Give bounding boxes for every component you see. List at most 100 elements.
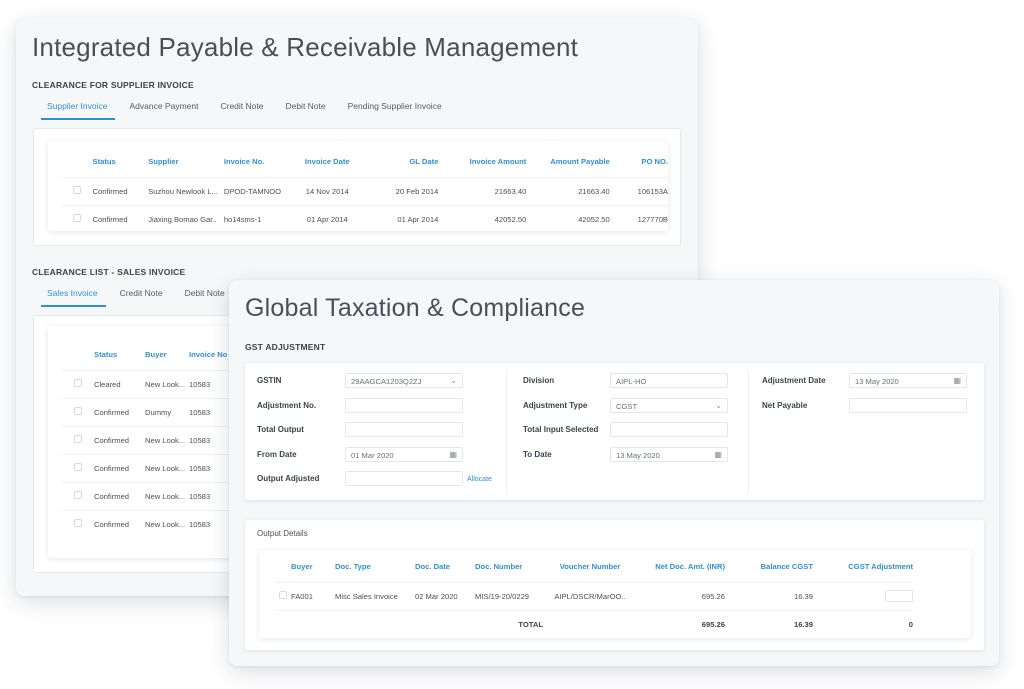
cell-doc-type: Misc Sales Invoice [335,581,415,610]
table-header-row: Buyer Doc. Type Doc. Date Doc. Number Vo… [275,552,913,582]
cell-status: Cleared [94,369,145,398]
cell-status: Confirmed [94,425,145,454]
cell-status: Confirmed [94,397,145,426]
total-net-doc-amount: 695.26 [637,609,725,638]
cell-buyer: New Look... [145,509,189,538]
header-gl-date: GL Date [409,157,439,167]
table-row[interactable]: FA001 Misc Sales Invoice 02 Mar 2020 MIS… [275,581,913,610]
calendar-icon[interactable]: ▦ [953,376,961,385]
row-checkbox[interactable] [74,519,82,528]
cell-po-no: 127770B [609,204,668,231]
to-date-input[interactable]: 13 May 2020 ▦ [610,447,728,462]
table-row[interactable]: Confirmed Suzhou Newlook L... DPOD-TAMNO… [62,176,668,205]
table-row[interactable]: Confirmed New Look... 10583 [62,509,249,538]
header-status: Status [92,157,116,167]
allocate-link[interactable]: Allocate [467,476,492,483]
row-checkbox[interactable] [74,379,82,387]
table-row[interactable]: Confirmed New Look... 10583 [62,453,249,482]
adjustment-date-input[interactable]: 13 May 2020 ▦ [849,373,967,388]
tab-credit-note[interactable]: Credit Note [212,101,271,120]
table-row[interactable]: Confirmed New Look... 10583 [62,425,249,454]
division-input[interactable]: AIPL-HO [610,373,728,388]
sales-invoice-table: Status Buyer Invoice No Cleared New Look… [62,340,249,538]
table-header-row: Status Supplier Invoice No. Invoice Date… [62,147,668,177]
gstin-select[interactable]: 29AAGCA1203Q2ZJ ⌄ [345,373,463,388]
cell-status: Confirmed [92,176,149,205]
chevron-down-icon: ⌄ [715,401,722,410]
row-checkbox[interactable] [74,407,82,415]
chevron-down-icon: ⌄ [450,376,457,385]
cell-supplier: Suzhou Newlook L... [148,176,224,205]
cell-invoice-date: 14 Nov 2014 [297,176,357,205]
row-checkbox[interactable] [73,186,82,194]
header-select [275,552,291,582]
sales-tabs: Sales Invoice Credit Note Debit Note [41,288,233,307]
column-divider [748,371,749,493]
tab-advance-payment[interactable]: Advance Payment [121,101,206,120]
header-doc-number: Doc. Number [475,562,523,572]
row-checkbox[interactable] [279,591,287,599]
header-doc-type: Doc. Type [335,562,371,572]
gstin-value: 29AAGCA1203Q2ZJ [351,377,422,386]
row-checkbox[interactable] [73,214,82,223]
calendar-icon[interactable]: ▦ [449,450,457,459]
table-header-row: Status Buyer Invoice No [62,340,249,370]
cgst-adjustment-input[interactable] [885,590,913,602]
total-output-label: Total Output [257,425,304,434]
adjustment-date-value: 13 May 2020 [855,377,899,386]
table-row[interactable]: Confirmed Dummy 10583 [62,397,249,426]
tab-pending-supplier-invoice[interactable]: Pending Supplier Invoice [340,101,450,120]
cell-invoice-no: ho14sms-1 [223,204,298,231]
cell-status: Confirmed [94,481,145,510]
gst-adjustment-form: GSTIN 29AAGCA1203Q2ZJ ⌄ Adjustment No. T… [245,363,984,500]
total-output-input[interactable] [345,422,463,437]
header-buyer: Buyer [291,562,313,572]
output-adjusted-input[interactable] [345,471,463,486]
tab-sales-credit-note[interactable]: Credit Note [112,288,171,307]
table-row[interactable]: Confirmed New Look... 10583 [62,481,249,510]
cell-buyer: New Look... [145,425,189,454]
adjustment-type-value: CGST [616,402,638,411]
column-divider [506,371,507,493]
gstin-label: GSTIN [257,376,282,385]
header-supplier: Supplier [148,157,179,167]
header-select [62,147,93,177]
tab-sales-invoice[interactable]: Sales Invoice [41,288,106,307]
output-details-panel: Output Details Buyer Doc. Type Doc. Date… [245,520,984,650]
total-label: TOTAL [475,609,543,638]
tab-sales-debit-note[interactable]: Debit Note [177,288,233,307]
supplier-panel: Status Supplier Invoice No. Invoice Date… [33,128,681,246]
to-date-value: 13 May 2020 [616,451,660,460]
total-balance-cgst: 16.39 [725,609,813,638]
header-balance-cgst: Balance CGST [760,562,813,572]
table-row[interactable]: Cleared New Look... 10583 [62,369,249,398]
supplier-invoice-table: Status Supplier Invoice No. Invoice Date… [62,147,668,231]
row-checkbox[interactable] [74,435,82,443]
from-date-input[interactable]: 01 Mar 2020 ▦ [345,447,463,462]
cell-buyer: New Look... [145,453,189,482]
tab-debit-note[interactable]: Debit Note [277,101,333,120]
cell-status: Confirmed [94,453,145,482]
header-invoice-no: Invoice No. [223,157,265,167]
net-payable-input[interactable] [849,398,967,413]
total-input-selected-input[interactable] [610,422,728,437]
taxation-compliance-card: Global Taxation & Compliance GST ADJUSTM… [229,280,999,666]
adjustment-type-select[interactable]: CGST ⌄ [610,398,728,413]
row-checkbox[interactable] [74,491,82,499]
tab-supplier-invoice[interactable]: Supplier Invoice [41,101,116,120]
adjustment-no-input[interactable] [345,398,463,413]
row-checkbox[interactable] [74,463,82,471]
cell-buyer: FA001 [291,581,335,610]
header-invoice-amount: Invoice Amount [469,157,527,167]
total-row: TOTAL 695.26 16.39 0 [275,609,913,638]
sales-clearance-label: CLEARANCE LIST - SALES INVOICE [32,267,186,277]
cell-supplier: Jiaxing Bomao Gar.. [148,204,224,231]
header-net-doc-amount: Net Doc. Amt. (INR) [655,562,725,572]
cell-invoice-date: 01 Apr 2014 [297,204,357,231]
adjustment-no-label: Adjustment No. [257,401,317,410]
supplier-table-card: Status Supplier Invoice No. Invoice Date… [48,141,668,231]
calendar-icon[interactable]: ▦ [714,450,722,459]
table-row[interactable]: Confirmed Jiaxing Bomao Gar.. ho14sms-1 … [62,204,668,231]
division-label: Division [523,376,555,385]
output-details-table: Buyer Doc. Type Doc. Date Doc. Number Vo… [275,552,913,638]
